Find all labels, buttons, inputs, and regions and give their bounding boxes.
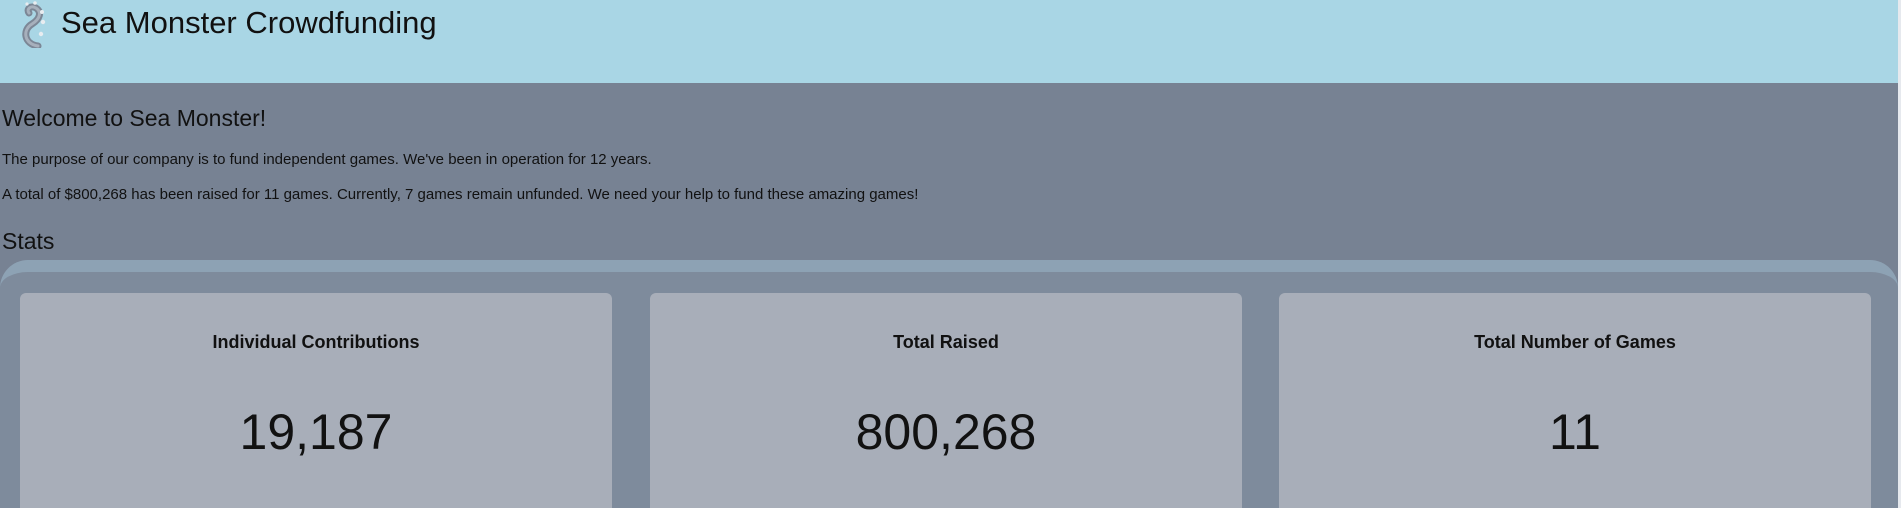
stat-label: Total Number of Games xyxy=(1474,332,1676,352)
stat-card-contributions: Individual Contributions 19,187 xyxy=(20,293,612,508)
intro-paragraph-funding: A total of $800,268 has been raised for … xyxy=(2,186,919,203)
stat-value: 19,187 xyxy=(239,404,393,460)
stat-card-total-raised: Total Raised 800,268 xyxy=(650,293,1242,508)
site-title: Sea Monster Crowdfunding xyxy=(61,5,437,40)
stats-heading: Stats xyxy=(2,228,55,254)
page: Sea Monster Crowdfunding Welcome to Sea … xyxy=(0,0,1901,508)
stat-label: Individual Contributions xyxy=(212,332,420,352)
stat-card-total-games: Total Number of Games 11 xyxy=(1279,293,1871,508)
tentacle-icon xyxy=(22,1,46,48)
stat-value: 800,268 xyxy=(855,404,1037,460)
site-header: Sea Monster Crowdfunding xyxy=(0,0,1898,83)
stat-label: Total Raised xyxy=(893,332,999,352)
intro-paragraph-purpose: The purpose of our company is to fund in… xyxy=(2,151,652,168)
welcome-heading: Welcome to Sea Monster! xyxy=(2,105,267,131)
stat-value: 11 xyxy=(1549,404,1601,460)
